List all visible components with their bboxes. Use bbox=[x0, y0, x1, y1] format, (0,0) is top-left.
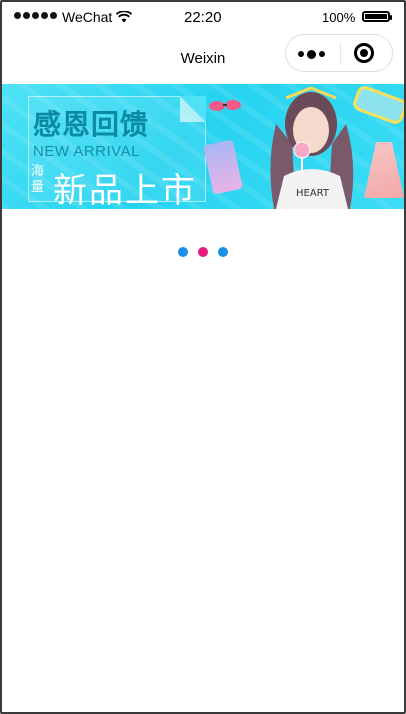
phone-frame: WeChat 22:20 100% Weixin 感恩回馈 NEW ARRIVA… bbox=[0, 0, 406, 714]
capsule-divider bbox=[340, 43, 341, 65]
banner-title: 感恩回馈 bbox=[33, 109, 150, 140]
carrier-name: WeChat bbox=[62, 9, 113, 25]
close-circle-icon[interactable] bbox=[354, 43, 374, 63]
model-image: HEART bbox=[270, 86, 354, 209]
signal-strength-icon bbox=[14, 12, 57, 19]
battery-percentage: 100% bbox=[322, 10, 356, 25]
loading-dot bbox=[178, 247, 188, 257]
sunglasses-image bbox=[209, 100, 241, 111]
status-time: 22:20 bbox=[184, 9, 222, 26]
loading-dot bbox=[198, 247, 208, 257]
loading-dot bbox=[218, 247, 228, 257]
wifi-icon bbox=[116, 11, 132, 23]
menu-capsule bbox=[285, 34, 393, 72]
svg-text:HEART: HEART bbox=[296, 188, 330, 199]
loading-indicator bbox=[178, 247, 228, 257]
promo-banner[interactable]: 感恩回馈 NEW ARRIVAL 海量 新品上市 HEART bbox=[2, 84, 404, 209]
banner-headline: 新品上市 bbox=[53, 172, 197, 209]
banner-side-text: 海量 bbox=[31, 163, 45, 194]
banner-text-card: 感恩回馈 NEW ARRIVAL 海量 新品上市 bbox=[28, 96, 206, 209]
more-dots-icon[interactable] bbox=[298, 47, 330, 61]
status-bar: WeChat 22:20 100% bbox=[2, 2, 404, 32]
navigation-bar: Weixin bbox=[2, 32, 404, 84]
banner-subtitle: NEW ARRIVAL bbox=[33, 143, 140, 160]
battery-icon bbox=[362, 11, 392, 22]
